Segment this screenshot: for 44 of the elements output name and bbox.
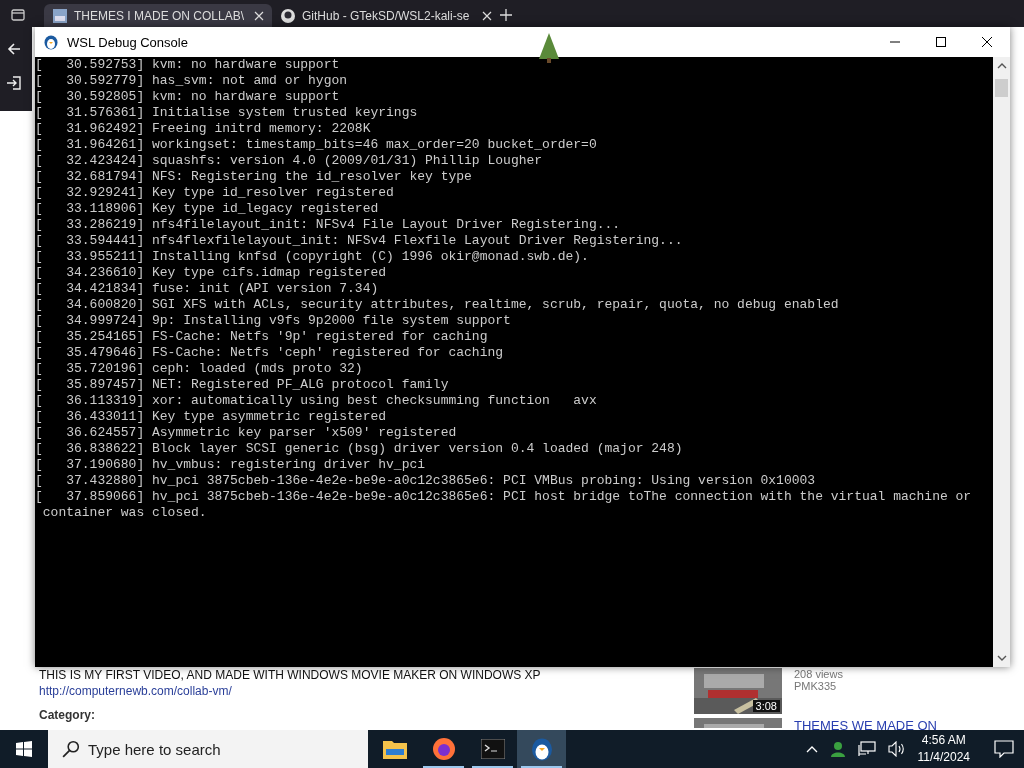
channel-name: PMK335 xyxy=(794,680,838,692)
console-line: [ 32.929241] Key type id_resolver registered xyxy=(35,185,395,201)
browser-tab[interactable]: GitHub - GTekSD/WSL2-kali-se xyxy=(272,4,500,27)
console-line: [ 36.113319] xor: automatically using best checksumming function avx xyxy=(35,393,598,409)
console-line: [ 32.681794] NFS: Registering the id_resolver key type xyxy=(35,169,473,185)
console-line: [ 34.600820] SGI XFS with ACLs, security attributes, realtime, scrub, repair, quota, no debug enabled xyxy=(35,297,840,313)
console-line: [ 31.964261] workingset: timestamp_bits=46 max_order=20 bucket_order=0 xyxy=(35,137,598,153)
console-line: [ 34.236610] Key type cifs.idmap registered xyxy=(35,265,388,281)
video-title[interactable]: THEMES WE MADE ON xyxy=(794,718,937,733)
console-line: [ 33.594441] nfs4flexfilelayout_init: NFSv4 Flexfile Layout Driver Registering... xyxy=(35,233,684,249)
console-line: [ 35.720196] ceph: loaded (mds proto 32) xyxy=(35,361,364,377)
console-line: [ 34.999724] 9p: Installing v9fs 9p2000 file system support xyxy=(35,313,512,329)
browser-tab[interactable]: THEMES I MADE ON COLLAB\ xyxy=(44,4,272,27)
console-line: [ 34.421834] fuse: init (API version 7.34) xyxy=(35,281,380,297)
console-line: [ 32.423424] squashfs: version 4.0 (2009/01/31) Phillip Lougher xyxy=(35,153,544,169)
console-line: [ 30.592805] kvm: no hardware support xyxy=(35,89,341,105)
console-line: [ 31.962492] Freeing initrd memory: 2208K xyxy=(35,121,372,137)
console-line: [ 30.592753] kvm: no hardware support xyxy=(35,57,341,73)
console-line: container was closed. xyxy=(41,505,208,521)
tab-title: THEMES I MADE ON COLLAB\ xyxy=(74,8,246,23)
console-line: [ 37.190680] hv_vmbus: registering driver hv_pci xyxy=(35,457,427,473)
console-line: [ 33.955211] Installing knfsd (copyright (C) 1996 okir@monad.swb.de). xyxy=(35,249,590,265)
video-link[interactable]: http://computernewb.com/collab-vm/ xyxy=(39,684,232,698)
console-line: [ 36.624557] Asymmetric key parser 'x509' registered xyxy=(35,425,458,441)
console-line: [ 30.592779] has_svm: not amd or hygon xyxy=(35,73,349,89)
console-line: [ 31.576361] Initialise system trusted keyrings xyxy=(35,105,419,121)
console-line: [ 36.433011] Key type asymmetric registered xyxy=(35,409,388,425)
console-line: [ 33.118906] Key type id_legacy registered xyxy=(35,201,380,217)
clock-date[interactable]: 11/4/2024 xyxy=(917,749,970,766)
console-line: [ 35.254165] FS-Cache: Netfs '9p' registered for caching xyxy=(35,329,489,345)
view-count: 208 views xyxy=(794,668,843,680)
duration-badge: 3:08 xyxy=(752,700,780,712)
window-title: WSL Debug Console xyxy=(67,34,188,50)
search-field[interactable]: Type here to search xyxy=(88,730,368,768)
video-description: THIS IS MY FIRST VIDEO, AND MADE WITH WINDOWS MOVIE MAKER ON WINDOWS XP xyxy=(39,668,541,682)
category-label: Category: xyxy=(39,708,95,722)
console-line: [ 37.859066] hv_pci 3875cbeb-136e-4e2e-be9e-a0c12c3865e6: PCI host bridge toThe connection with the virtual machine or xyxy=(35,489,973,505)
tab-title: GitHub - GTekSD/WSL2-kali-se xyxy=(302,8,471,23)
clock-time[interactable]: 4:56 AM xyxy=(921,732,966,749)
console-line: [ 35.897457] NET: Registered PF_ALG protocol family xyxy=(35,377,450,393)
console-line: [ 36.838622] Block layer SCSI generic (bsg) driver version 0.4 loaded (major 248) xyxy=(35,441,684,457)
console-line: [ 37.432880] hv_pci 3875cbeb-136e-4e2e-be9e-a0c12c3865e6: PCI VMBus probing: Using version 0x10003 xyxy=(35,473,817,489)
console-line: [ 35.479646] FS-Cache: Netfs 'ceph' registered for caching xyxy=(35,345,505,361)
console-line: [ 33.286219] nfs4filelayout_init: NFSv4 File Layout Driver Registering... xyxy=(35,217,622,233)
